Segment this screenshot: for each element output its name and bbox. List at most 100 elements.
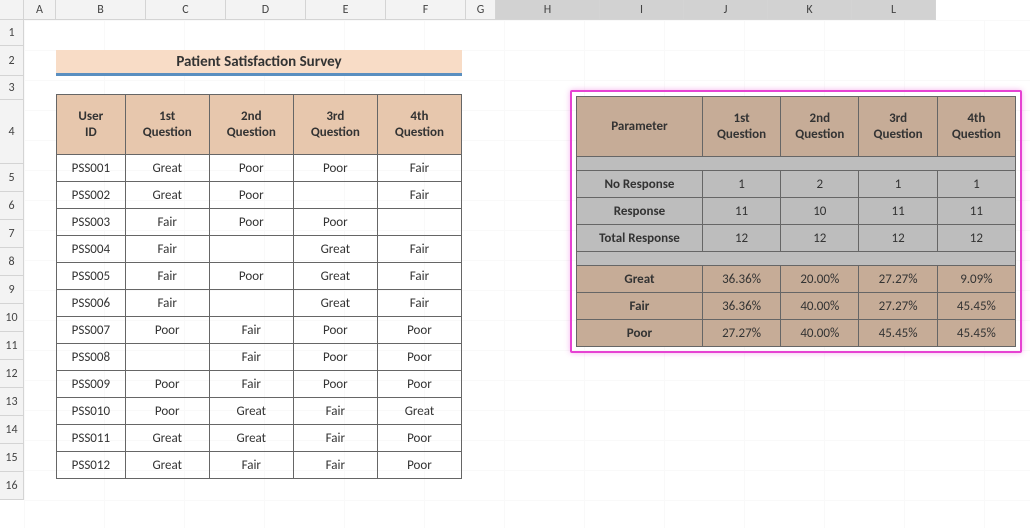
survey-header[interactable]: 4thQuestion — [377, 95, 461, 155]
row-header-9[interactable]: 9 — [0, 276, 24, 304]
user-id-cell[interactable]: PSS008 — [57, 344, 126, 371]
answer-cell[interactable]: Poor — [293, 344, 377, 371]
answer-cell[interactable]: Poor — [377, 317, 461, 344]
summary-header[interactable]: 4thQuestion — [937, 97, 1015, 157]
user-id-cell[interactable]: PSS002 — [57, 182, 126, 209]
summary-header[interactable]: 1stQuestion — [702, 97, 780, 157]
user-id-cell[interactable]: PSS005 — [57, 263, 126, 290]
answer-cell[interactable] — [293, 182, 377, 209]
row-header-15[interactable]: 15 — [0, 444, 24, 472]
column-header-L[interactable]: L — [852, 0, 936, 20]
answer-cell[interactable]: Fair — [209, 317, 293, 344]
answer-cell[interactable]: Great — [293, 236, 377, 263]
answer-cell[interactable]: Great — [125, 425, 209, 452]
summary-percent[interactable]: 9.09% — [937, 266, 1015, 293]
summary-value[interactable]: 1 — [859, 171, 937, 198]
answer-cell[interactable]: Fair — [377, 182, 461, 209]
answer-cell[interactable]: Great — [377, 398, 461, 425]
row-header-7[interactable]: 7 — [0, 220, 24, 248]
summary-header[interactable]: Parameter — [577, 97, 703, 157]
column-header-B[interactable]: B — [56, 0, 146, 20]
summary-percent[interactable]: 27.27% — [859, 293, 937, 320]
summary-percent[interactable]: 36.36% — [702, 266, 780, 293]
column-header-G[interactable]: G — [466, 0, 496, 20]
summary-value[interactable]: 2 — [781, 171, 859, 198]
user-id-cell[interactable]: PSS003 — [57, 209, 126, 236]
row-header-5[interactable]: 5 — [0, 164, 24, 192]
answer-cell[interactable]: Fair — [293, 452, 377, 479]
summary-header[interactable]: 3rdQuestion — [859, 97, 937, 157]
user-id-cell[interactable]: PSS006 — [57, 290, 126, 317]
summary-value[interactable]: 11 — [937, 198, 1015, 225]
column-header-D[interactable]: D — [226, 0, 306, 20]
row-header-1[interactable]: 1 — [0, 20, 24, 46]
answer-cell[interactable]: Poor — [209, 155, 293, 182]
column-header-J[interactable]: J — [684, 0, 768, 20]
answer-cell[interactable]: Poor — [125, 317, 209, 344]
answer-cell[interactable]: Great — [209, 398, 293, 425]
column-header-K[interactable]: K — [768, 0, 852, 20]
column-header-E[interactable]: E — [306, 0, 386, 20]
answer-cell[interactable]: Fair — [125, 209, 209, 236]
answer-cell[interactable]: Fair — [377, 290, 461, 317]
column-header-F[interactable]: F — [386, 0, 466, 20]
answer-cell[interactable]: Fair — [209, 371, 293, 398]
answer-cell[interactable]: Fair — [125, 263, 209, 290]
column-header-I[interactable]: I — [600, 0, 684, 20]
summary-percent[interactable]: 20.00% — [781, 266, 859, 293]
answer-cell[interactable] — [125, 344, 209, 371]
answer-cell[interactable] — [377, 209, 461, 236]
summary-label[interactable]: Response — [577, 198, 703, 225]
row-header-16[interactable]: 16 — [0, 472, 24, 500]
select-all-corner[interactable] — [0, 0, 24, 20]
summary-value[interactable]: 12 — [937, 225, 1015, 252]
user-id-cell[interactable]: PSS001 — [57, 155, 126, 182]
answer-cell[interactable]: Great — [293, 263, 377, 290]
answer-cell[interactable]: Fair — [377, 155, 461, 182]
answer-cell[interactable]: Great — [209, 425, 293, 452]
answer-cell[interactable]: Poor — [293, 317, 377, 344]
answer-cell[interactable]: Poor — [293, 155, 377, 182]
answer-cell[interactable]: Fair — [377, 236, 461, 263]
summary-percent[interactable]: 27.27% — [702, 320, 780, 347]
row-header-6[interactable]: 6 — [0, 192, 24, 220]
column-header-A[interactable]: A — [24, 0, 56, 20]
summary-percent[interactable]: 45.45% — [937, 293, 1015, 320]
summary-percent[interactable]: 40.00% — [781, 293, 859, 320]
row-header-11[interactable]: 11 — [0, 332, 24, 360]
survey-header[interactable]: 1stQuestion — [125, 95, 209, 155]
summary-label[interactable]: Great — [577, 266, 703, 293]
summary-label[interactable]: No Response — [577, 171, 703, 198]
answer-cell[interactable]: Poor — [209, 209, 293, 236]
summary-value[interactable]: 1 — [937, 171, 1015, 198]
answer-cell[interactable] — [209, 290, 293, 317]
answer-cell[interactable]: Fair — [125, 236, 209, 263]
answer-cell[interactable]: Poor — [377, 425, 461, 452]
summary-label[interactable]: Fair — [577, 293, 703, 320]
summary-percent[interactable]: 27.27% — [859, 266, 937, 293]
column-header-H[interactable]: H — [496, 0, 600, 20]
column-header-C[interactable]: C — [146, 0, 226, 20]
row-header-14[interactable]: 14 — [0, 416, 24, 444]
summary-percent[interactable]: 45.45% — [859, 320, 937, 347]
answer-cell[interactable]: Great — [293, 290, 377, 317]
summary-value[interactable]: 11 — [702, 198, 780, 225]
summary-percent[interactable]: 45.45% — [937, 320, 1015, 347]
summary-value[interactable]: 12 — [859, 225, 937, 252]
row-header-12[interactable]: 12 — [0, 360, 24, 388]
row-header-10[interactable]: 10 — [0, 304, 24, 332]
summary-value[interactable]: 10 — [781, 198, 859, 225]
user-id-cell[interactable]: PSS012 — [57, 452, 126, 479]
summary-percent[interactable]: 40.00% — [781, 320, 859, 347]
row-header-4[interactable]: 4 — [0, 100, 24, 164]
user-id-cell[interactable]: PSS007 — [57, 317, 126, 344]
row-header-13[interactable]: 13 — [0, 388, 24, 416]
answer-cell[interactable]: Great — [125, 155, 209, 182]
answer-cell[interactable]: Poor — [377, 452, 461, 479]
summary-value[interactable]: 11 — [859, 198, 937, 225]
answer-cell[interactable]: Poor — [293, 371, 377, 398]
user-id-cell[interactable]: PSS010 — [57, 398, 126, 425]
user-id-cell[interactable]: PSS011 — [57, 425, 126, 452]
row-header-8[interactable]: 8 — [0, 248, 24, 276]
answer-cell[interactable]: Fair — [209, 344, 293, 371]
